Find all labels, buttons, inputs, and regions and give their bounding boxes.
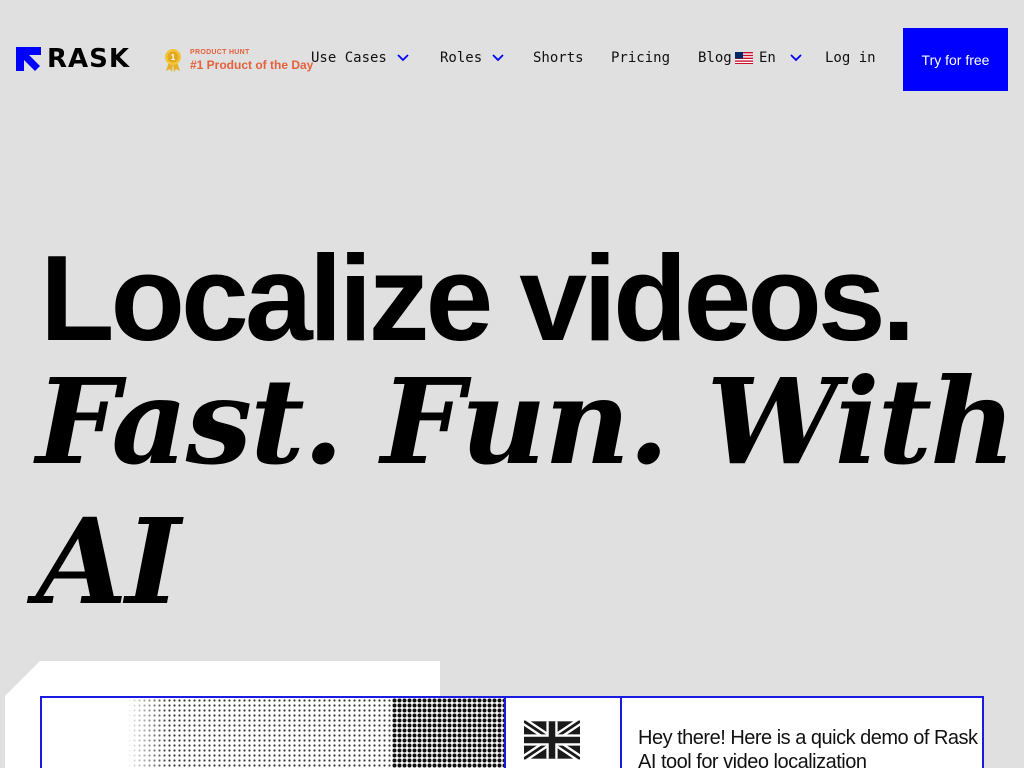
nav-pricing[interactable]: Pricing [611, 50, 670, 66]
product-hunt-label: PRODUCT HUNT [190, 49, 250, 56]
nav-use-cases-label: Use Cases [311, 50, 387, 66]
language-label: En [759, 50, 776, 66]
halftone-portrait-image [127, 698, 504, 768]
nav-blog-label: Blog [698, 50, 732, 66]
chevron-down-icon [790, 54, 802, 62]
logo[interactable]: RASK [16, 44, 131, 74]
product-of-the-day-label: #1 Product of the Day [190, 58, 314, 72]
nav-blog[interactable]: Blog [698, 50, 732, 66]
medal-icon: 1 [165, 49, 181, 72]
nav-shorts-label: Shorts [533, 50, 584, 66]
nav-pricing-label: Pricing [611, 50, 671, 66]
site-header: RASK 1 PRODUCT HUNT #1 Product of the Da… [0, 0, 1024, 118]
svg-text:1: 1 [171, 53, 176, 62]
logo-arrow-icon [16, 47, 41, 71]
demo-video-card[interactable]: Hey there! Here is a quick demo of Rask … [40, 696, 984, 768]
language-selector[interactable]: En [735, 50, 802, 66]
demo-message: Hey there! Here is a quick demo of Rask … [638, 727, 978, 768]
hero-headline: Localize videos. [40, 230, 916, 366]
logo-text: RASK [47, 44, 131, 74]
nav-roles[interactable]: Roles [440, 50, 504, 66]
nav-roles-label: Roles [440, 50, 483, 66]
uk-flag-icon [524, 720, 580, 760]
page: RASK 1 PRODUCT HUNT #1 Product of the Da… [0, 0, 1024, 768]
chevron-down-icon [397, 54, 409, 62]
login-link[interactable]: Log in [825, 50, 876, 66]
chevron-down-icon [492, 54, 504, 62]
nav-use-cases[interactable]: Use Cases [311, 50, 409, 66]
us-flag-icon [735, 52, 753, 64]
try-for-free-button[interactable]: Try for free [903, 28, 1008, 91]
product-hunt-badge[interactable]: 1 PRODUCT HUNT #1 Product of the Day [162, 48, 313, 72]
hero-tagline: Fast. Fun. With AI [36, 352, 1016, 631]
nav-shorts[interactable]: Shorts [533, 50, 584, 66]
login-label: Log in [825, 50, 876, 66]
